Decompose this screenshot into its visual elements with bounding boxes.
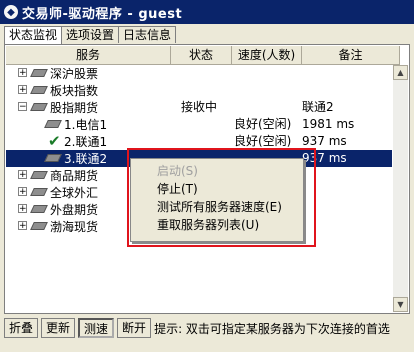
row-note: 联通2 [302, 100, 334, 114]
server-icon [30, 205, 48, 213]
tab-status-monitor[interactable]: 状态监视 [4, 26, 63, 44]
hint-text: 提示: 双击可指定某服务器为下次连接的首选 [154, 321, 390, 336]
app-window: ◆ 交易师-驱动程序 - guest 状态监视 选项设置 日志信息 服务 状态 … [0, 0, 414, 352]
expand-icon[interactable]: + [18, 85, 27, 95]
server-icon [44, 154, 62, 162]
tab-bar: 状态监视 选项设置 日志信息 [4, 26, 177, 44]
row-note: 937 ms [302, 134, 347, 148]
expand-icon[interactable]: + [18, 187, 27, 197]
tree-row-unicom-1[interactable]: ✔ 2.联通1 良好(空闲) 937 ms [6, 133, 392, 150]
column-header-status[interactable]: 状态 [171, 46, 232, 64]
tab-options[interactable]: 选项设置 [61, 26, 120, 43]
server-icon [30, 103, 48, 111]
column-header-service[interactable]: 服务 [6, 46, 171, 64]
app-logo-icon: ◆ [4, 5, 18, 19]
disconnect-button[interactable]: 断开 [117, 318, 152, 338]
vertical-scrollbar[interactable]: ▲ ▼ [393, 65, 408, 312]
expand-icon[interactable]: + [18, 221, 27, 231]
scroll-down-icon[interactable]: ▼ [393, 297, 408, 312]
row-speed: 良好(空闲) [234, 117, 292, 131]
server-icon [30, 171, 48, 179]
server-icon [30, 222, 48, 230]
server-icon [30, 86, 48, 94]
tab-log[interactable]: 日志信息 [118, 26, 177, 43]
server-icon [44, 120, 62, 128]
tree-row-label: 板块指数 [50, 84, 99, 98]
expand-icon[interactable]: + [18, 204, 27, 214]
tree-row-label: 3.联通2 [64, 152, 108, 166]
scroll-up-icon[interactable]: ▲ [393, 65, 408, 80]
tree-row-label: 深沪股票 [50, 67, 99, 81]
collapse-button[interactable]: 折叠 [4, 318, 39, 338]
menu-item-start[interactable]: 启动(S) [131, 162, 303, 180]
row-note: 1981 ms [302, 117, 355, 131]
expand-icon[interactable]: + [18, 170, 27, 180]
tree-row-telecom-1[interactable]: 1.电信1 良好(空闲) 1981 ms [6, 116, 392, 133]
tree-row-index-futures[interactable]: − 股指期货 接收中 联通2 [6, 99, 392, 116]
expand-icon[interactable]: + [18, 68, 27, 78]
tree-row-sector-index[interactable]: + 板块指数 [6, 82, 392, 99]
tree-row-label: 外盘期货 [50, 203, 99, 217]
tree-row-label: 1.电信1 [64, 118, 108, 132]
server-icon [30, 69, 48, 77]
bottom-toolbar: 折叠 更新 测速 断开 提示: 双击可指定某服务器为下次连接的首选 [4, 316, 410, 340]
server-icon [30, 188, 48, 196]
menu-item-test-all-speed[interactable]: 测试所有服务器速度(E) [131, 198, 303, 216]
menu-item-refetch-servers[interactable]: 重取服务器列表(U) [131, 216, 303, 234]
column-header-note[interactable]: 备注 [302, 46, 400, 64]
tree-row-label: 商品期货 [50, 169, 99, 183]
context-menu: 启动(S) 停止(T) 测试所有服务器速度(E) 重取服务器列表(U) [130, 158, 304, 242]
tree-row-label: 2.联通1 [64, 135, 108, 149]
title-bar[interactable]: ◆ 交易师-驱动程序 - guest [0, 0, 414, 24]
tree-row-label: 渤海现货 [50, 220, 99, 234]
row-status: 接收中 [181, 100, 218, 114]
speed-test-button[interactable]: 测速 [78, 318, 115, 338]
menu-item-stop[interactable]: 停止(T) [131, 180, 303, 198]
column-header-speed[interactable]: 速度(人数) [232, 46, 302, 64]
row-note: 937 ms [302, 151, 347, 165]
tree-row-label: 全球外汇 [50, 186, 99, 200]
table-header: 服务 状态 速度(人数) 备注 [6, 46, 400, 65]
tree-row-label: 股指期货 [50, 101, 99, 115]
check-icon: ✔ [48, 132, 61, 150]
tree-row-shenhu-stock[interactable]: + 深沪股票 [6, 65, 392, 82]
window-title: 交易师-驱动程序 - guest [22, 6, 183, 22]
collapse-icon[interactable]: − [18, 102, 27, 112]
row-speed: 良好(空闲) [234, 134, 292, 148]
refresh-button[interactable]: 更新 [41, 318, 76, 338]
